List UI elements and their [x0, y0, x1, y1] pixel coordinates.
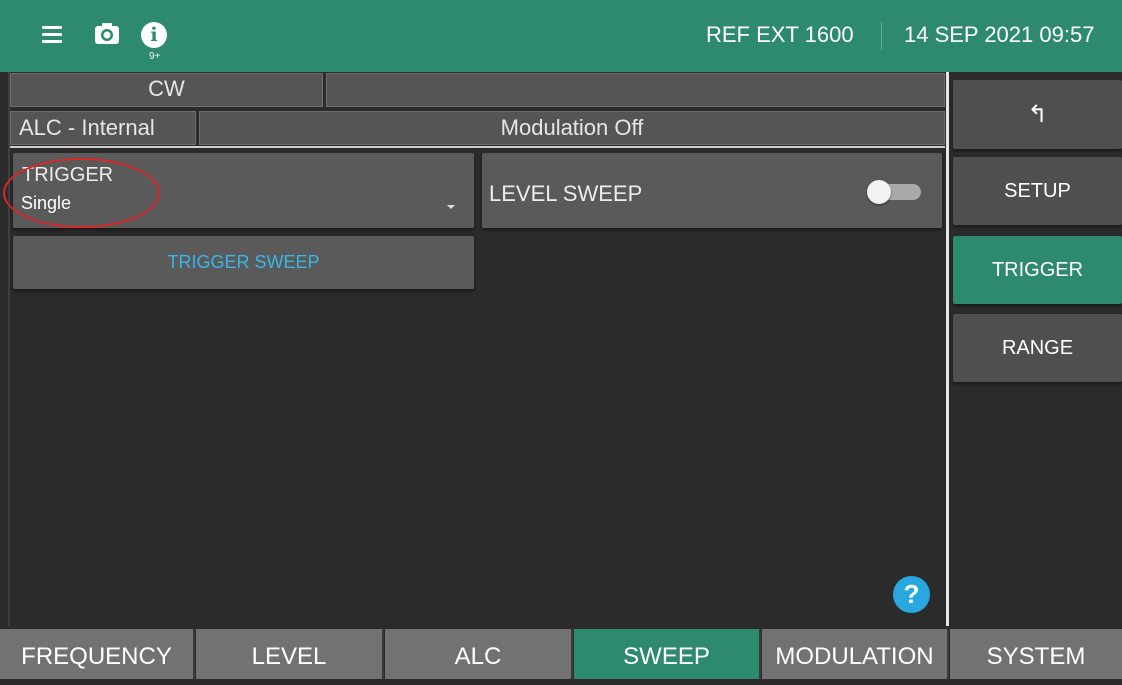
reference-status: REF EXT 1600 [706, 22, 854, 47]
tab-sweep[interactable]: SWEEP [574, 629, 761, 679]
side-menu-trigger[interactable]: TRIGGER [953, 236, 1122, 304]
status-separator [10, 146, 945, 148]
tab-frequency[interactable]: FREQUENCY [0, 629, 195, 679]
frame-border-right [946, 72, 949, 626]
help-icon[interactable]: ? [893, 576, 930, 613]
side-menu-setup[interactable]: SETUP [953, 157, 1122, 225]
status-cell-empty [326, 73, 945, 107]
hamburger-menu-icon[interactable] [38, 24, 68, 48]
tab-level[interactable]: LEVEL [196, 629, 384, 679]
frame-border-left [8, 72, 10, 626]
top-bar: i 9+ REF EXT 1600 14 SEP 2021 09:57 [0, 0, 1122, 72]
notification-count-badge: 9+ [149, 51, 161, 62]
toggle-knob[interactable] [867, 180, 891, 204]
header-divider [881, 22, 882, 50]
level-sweep-label: LEVEL SWEEP [489, 181, 643, 206]
tab-modulation[interactable]: MODULATION [762, 629, 949, 679]
dropdown-arrow-icon [447, 205, 455, 209]
tab-alc[interactable]: ALC [385, 629, 573, 679]
camera-icon[interactable] [94, 22, 120, 51]
back-button[interactable]: ↰ [953, 80, 1122, 149]
side-menu-range[interactable]: RANGE [953, 314, 1122, 382]
tab-system[interactable]: SYSTEM [950, 629, 1122, 679]
info-icon[interactable]: i [141, 22, 167, 48]
highlight-annotation-circle [3, 158, 160, 228]
mode-status: CW [10, 73, 323, 107]
modulation-status: Modulation Off [199, 111, 945, 145]
alc-status: ALC - Internal [10, 111, 196, 145]
trigger-sweep-button[interactable]: TRIGGER SWEEP [13, 236, 474, 289]
date-time: 14 SEP 2021 09:57 [904, 22, 1095, 47]
